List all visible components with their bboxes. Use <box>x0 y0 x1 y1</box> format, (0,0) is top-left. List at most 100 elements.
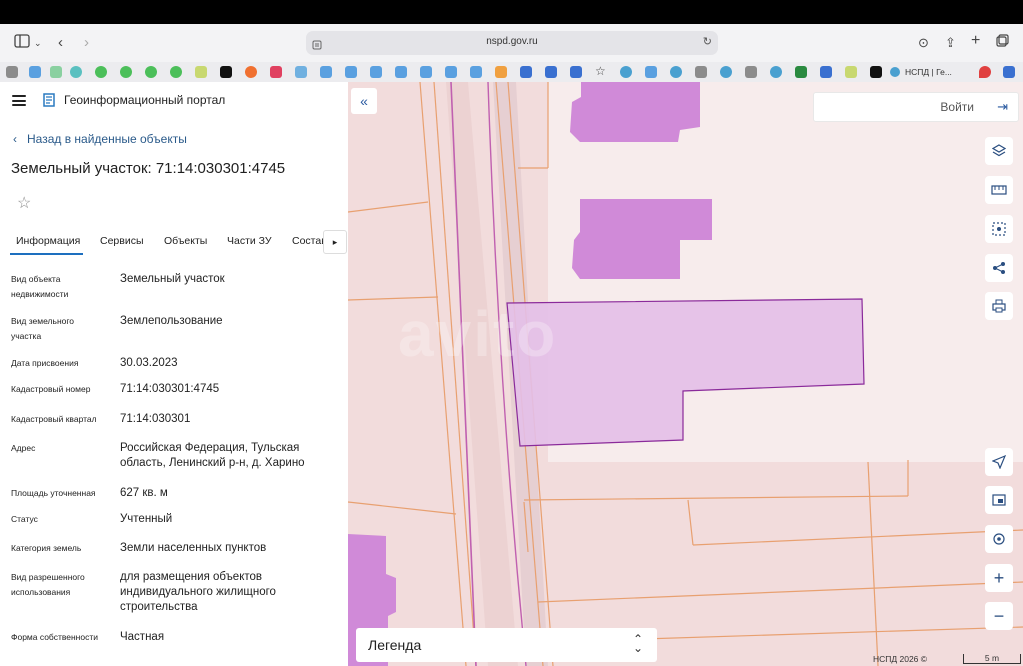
field-value: Земли населенных пунктов <box>120 542 267 554</box>
bookmark-icon[interactable] <box>420 66 432 78</box>
bookmark-icon[interactable] <box>495 66 507 78</box>
browser-tab-active[interactable]: НСПД | Ге... <box>905 64 969 80</box>
bookmark-icon[interactable] <box>745 66 757 78</box>
bookmark-icon[interactable] <box>145 66 157 78</box>
field-value: 627 кв. м <box>120 487 168 499</box>
bookmark-icon[interactable] <box>695 66 707 78</box>
bookmark-icon[interactable] <box>245 66 257 78</box>
field-value: Российская Федерация, Тульская область, … <box>120 442 305 469</box>
share-icon[interactable] <box>985 254 1013 282</box>
portal-logo-icon <box>42 92 56 108</box>
menu-icon[interactable] <box>12 95 26 106</box>
field-label: Дата присвоения <box>11 358 79 368</box>
map-scale: НСПД 2026 © 5 m <box>868 652 1023 666</box>
field-value: 71:14:030301 <box>120 413 191 425</box>
field-value: 71:14:030301:4745 <box>120 383 220 395</box>
sidebar-dropdown-icon[interactable]: ⌄ <box>34 34 42 52</box>
ruler-icon[interactable] <box>985 176 1013 204</box>
bookmark-icon[interactable] <box>29 66 41 78</box>
bookmark-icon[interactable] <box>545 66 557 78</box>
bookmark-icon[interactable] <box>170 66 182 78</box>
bookmark-icon[interactable] <box>370 66 382 78</box>
tab-information[interactable]: Информация <box>16 235 80 247</box>
active-tab-indicator <box>10 253 83 255</box>
bookmark-icon[interactable] <box>345 66 357 78</box>
object-tabs: Информация Сервисы Объекты Части ЗУ Сост… <box>0 230 348 256</box>
field-label: Статус <box>11 514 38 524</box>
cadastral-map[interactable] <box>348 82 1023 666</box>
back-to-results-link[interactable]: ‹ Назад в найденные объекты <box>13 132 187 146</box>
bookmark-icon[interactable] <box>845 66 857 78</box>
portal-title[interactable]: Геоинформационный портал <box>64 93 225 107</box>
field-label: Вид объекта недвижимости <box>11 274 69 299</box>
bookmark-icon[interactable] <box>270 66 282 78</box>
legend-label: Легенда <box>368 637 422 653</box>
map-view[interactable]: avito « Войти ⇥ + − Легенда ⌃ ⌄ НСПД 2026… <box>348 82 1023 666</box>
login-button[interactable]: Войти ⇥ <box>813 92 1019 122</box>
field-label: Адрес <box>11 443 36 453</box>
bookmark-icon[interactable] <box>795 66 807 78</box>
bookmark-icon[interactable] <box>95 66 107 78</box>
bookmark-icon[interactable] <box>295 66 307 78</box>
field-label: Категория земель <box>11 543 82 553</box>
bookmark-icon[interactable] <box>470 66 482 78</box>
bookmark-icon[interactable] <box>720 66 732 78</box>
field-value: 30.03.2023 <box>120 357 178 369</box>
bookmark-icon[interactable] <box>395 66 407 78</box>
reload-icon[interactable]: ↻ <box>703 35 712 48</box>
favorites-star-icon[interactable]: ☆ <box>595 64 606 78</box>
bookmark-icon[interactable] <box>220 66 232 78</box>
forward-nav-icon[interactable]: › <box>84 34 89 52</box>
zoom-in-icon[interactable]: + <box>985 564 1013 592</box>
address-bar[interactable]: nspd.gov.ru ↻ <box>306 31 718 55</box>
bookmark-icon[interactable] <box>645 66 657 78</box>
legend-dropdown[interactable]: Легенда ⌃ ⌄ <box>356 628 657 662</box>
scale-bar: 5 m <box>963 654 1021 664</box>
field-label: Кадастровый номер <box>11 384 91 394</box>
new-tab-icon[interactable]: + <box>971 32 980 50</box>
tab-services[interactable]: Сервисы <box>100 235 144 247</box>
back-nav-icon[interactable]: ‹ <box>58 34 63 52</box>
url-text: nspd.gov.ru <box>486 36 538 47</box>
minimap-icon[interactable] <box>985 486 1013 514</box>
tab-overview-icon[interactable] <box>996 34 1009 52</box>
download-icon[interactable]: ⊙ <box>918 34 929 52</box>
bookmark-icon[interactable] <box>520 66 532 78</box>
field-value: для размещения объектов индивидуального … <box>120 571 276 613</box>
sidebar-toggle-icon[interactable] <box>14 34 30 53</box>
bookmark-icon[interactable] <box>50 66 62 78</box>
tab-objects[interactable]: Объекты <box>164 235 207 247</box>
bookmark-icon[interactable] <box>820 66 832 78</box>
field-label: Площадь уточненная <box>11 488 96 498</box>
bookmark-icon[interactable] <box>195 66 207 78</box>
login-label: Войти <box>940 100 974 114</box>
locate-icon[interactable] <box>985 448 1013 476</box>
bookmark-icon[interactable] <box>670 66 682 78</box>
bookmark-icon[interactable] <box>770 66 782 78</box>
favorite-star-icon[interactable]: ☆ <box>17 193 31 213</box>
bookmark-icon[interactable] <box>120 66 132 78</box>
tabs-scroll-right-icon[interactable]: ▸ <box>323 230 347 254</box>
print-icon[interactable] <box>985 292 1013 320</box>
select-area-icon[interactable] <box>985 215 1013 243</box>
bookmark-icon[interactable] <box>570 66 582 78</box>
zoom-out-icon[interactable]: − <box>985 602 1013 630</box>
tab-favicon-icon <box>890 67 900 77</box>
field-label: Вид разрешенного использования <box>11 572 85 597</box>
share-browser-icon[interactable]: ⇪ <box>945 34 956 52</box>
bookmark-icon[interactable] <box>445 66 457 78</box>
bookmark-icon[interactable] <box>320 66 332 78</box>
tab-parts[interactable]: Части ЗУ <box>227 235 272 247</box>
back-link-label: Назад в найденные объекты <box>27 132 187 146</box>
vk-bookmark-icon[interactable] <box>1003 66 1015 78</box>
bookmark-icon[interactable] <box>6 66 18 78</box>
layers-icon[interactable] <box>985 137 1013 165</box>
tab-composition[interactable]: Состав <box>292 235 325 247</box>
bookmark-icon[interactable] <box>620 66 632 78</box>
bookmark-icon[interactable] <box>70 66 82 78</box>
object-title: Земельный участок: 71:14:030301:4745 <box>11 160 286 177</box>
collapse-panel-icon[interactable]: « <box>351 88 377 114</box>
gps-icon[interactable] <box>985 525 1013 553</box>
pin-bookmark-icon[interactable] <box>979 66 991 78</box>
bookmark-icon[interactable] <box>870 66 882 78</box>
